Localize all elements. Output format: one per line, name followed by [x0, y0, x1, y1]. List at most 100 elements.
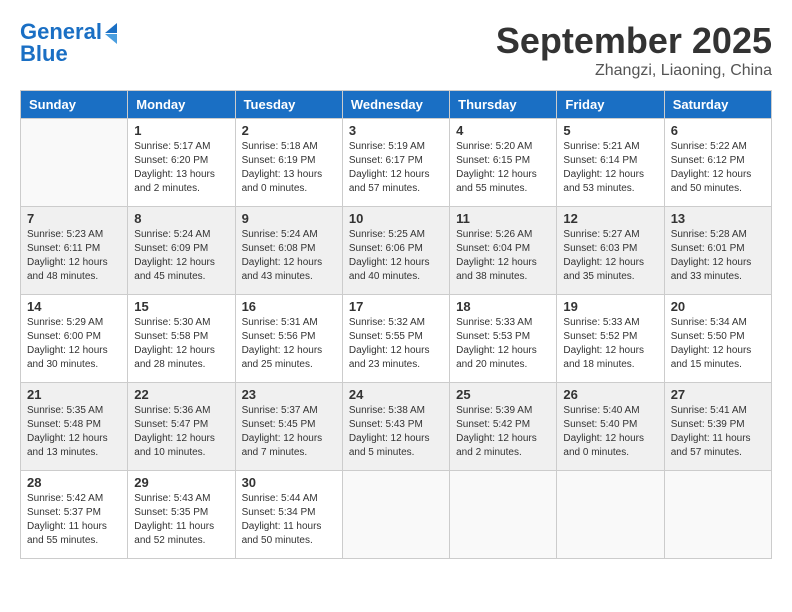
day-info: Sunrise: 5:21 AM Sunset: 6:14 PM Dayligh…	[563, 140, 657, 196]
day-number: 6	[671, 123, 765, 138]
day-number: 27	[671, 387, 765, 402]
day-info: Sunrise: 5:44 AM Sunset: 5:34 PM Dayligh…	[242, 492, 336, 548]
calendar-day-cell: 7Sunrise: 5:23 AM Sunset: 6:11 PM Daylig…	[21, 207, 128, 295]
logo-subtext: Blue	[20, 42, 117, 66]
calendar-week-row: 28 Sunrise: 5:42 AM Sunset: 5:37 PM Dayli…	[21, 471, 772, 559]
month-title: September 2025	[496, 20, 772, 62]
column-header-sunday: Sunday	[21, 91, 128, 119]
column-header-tuesday: Tuesday	[235, 91, 342, 119]
calendar-week-row: 7Sunrise: 5:23 AM Sunset: 6:11 PM Daylig…	[21, 207, 772, 295]
title-area: September 2025 Zhangzi, Liaoning, China	[496, 20, 772, 80]
day-info: Sunrise: 5:24 AM Sunset: 6:09 PM Dayligh…	[134, 228, 228, 284]
day-info: Sunrise: 5:30 AM Sunset: 5:58 PM Dayligh…	[134, 316, 228, 372]
day-number: 14	[27, 299, 121, 314]
calendar-day-cell: 5Sunrise: 5:21 AM Sunset: 6:14 PM Daylig…	[557, 119, 664, 207]
day-number: 19	[563, 299, 657, 314]
calendar-day-cell: 6 Sunrise: 5:22 AM Sunset: 6:12 PM Daylig…	[664, 119, 771, 207]
day-info: Sunrise: 5:41 AM Sunset: 5:39 PM Dayligh…	[671, 404, 765, 460]
calendar-day-cell: 29Sunrise: 5:43 AM Sunset: 5:35 PM Dayli…	[128, 471, 235, 559]
column-header-wednesday: Wednesday	[342, 91, 449, 119]
day-number: 4	[456, 123, 550, 138]
column-header-saturday: Saturday	[664, 91, 771, 119]
calendar-day-cell: 3 Sunrise: 5:19 AM Sunset: 6:17 PM Daylig…	[342, 119, 449, 207]
day-info: Sunrise: 5:43 AM Sunset: 5:35 PM Dayligh…	[134, 492, 228, 548]
day-info: Sunrise: 5:20 AM Sunset: 6:15 PM Dayligh…	[456, 140, 550, 196]
calendar-day-cell: 12 Sunrise: 5:27 AM Sunset: 6:03 PM Dayli…	[557, 207, 664, 295]
day-number: 9	[242, 211, 336, 226]
day-info: Sunrise: 5:19 AM Sunset: 6:17 PM Dayligh…	[349, 140, 443, 196]
calendar-day-cell: 2 Sunrise: 5:18 AM Sunset: 6:19 PM Daylig…	[235, 119, 342, 207]
day-number: 10	[349, 211, 443, 226]
calendar-week-row: 21 Sunrise: 5:35 AM Sunset: 5:48 PM Dayli…	[21, 383, 772, 471]
location-subtitle: Zhangzi, Liaoning, China	[496, 62, 772, 80]
day-number: 11	[456, 211, 550, 226]
day-info: Sunrise: 5:33 AM Sunset: 5:52 PM Dayligh…	[563, 316, 657, 372]
day-info: Sunrise: 5:35 AM Sunset: 5:48 PM Dayligh…	[27, 404, 121, 460]
calendar-day-cell: 19 Sunrise: 5:33 AM Sunset: 5:52 PM Dayli…	[557, 295, 664, 383]
day-info: Sunrise: 5:28 AM Sunset: 6:01 PM Dayligh…	[671, 228, 765, 284]
day-number: 2	[242, 123, 336, 138]
day-number: 25	[456, 387, 550, 402]
day-number: 8	[134, 211, 228, 226]
calendar-day-cell: 16 Sunrise: 5:31 AM Sunset: 5:56 PM Dayli…	[235, 295, 342, 383]
day-info: Sunrise: 5:32 AM Sunset: 5:55 PM Dayligh…	[349, 316, 443, 372]
calendar-day-cell	[664, 471, 771, 559]
calendar-day-cell	[557, 471, 664, 559]
day-number: 20	[671, 299, 765, 314]
logo: General Blue	[20, 20, 117, 66]
calendar-day-cell	[21, 119, 128, 207]
day-info: Sunrise: 5:39 AM Sunset: 5:42 PM Dayligh…	[456, 404, 550, 460]
day-number: 24	[349, 387, 443, 402]
day-number: 15	[134, 299, 228, 314]
day-info: Sunrise: 5:22 AM Sunset: 6:12 PM Dayligh…	[671, 140, 765, 196]
day-number: 16	[242, 299, 336, 314]
day-number: 26	[563, 387, 657, 402]
calendar-day-cell: 14 Sunrise: 5:29 AM Sunset: 6:00 PM Dayli…	[21, 295, 128, 383]
day-number: 28	[27, 475, 121, 490]
day-number: 30	[242, 475, 336, 490]
column-header-monday: Monday	[128, 91, 235, 119]
calendar-day-cell: 25 Sunrise: 5:39 AM Sunset: 5:42 PM Dayli…	[450, 383, 557, 471]
day-number: 21	[27, 387, 121, 402]
calendar-day-cell: 28 Sunrise: 5:42 AM Sunset: 5:37 PM Dayli…	[21, 471, 128, 559]
calendar-day-cell: 1 Sunrise: 5:17 AM Sunset: 6:20 PM Daylig…	[128, 119, 235, 207]
calendar-day-cell: 27 Sunrise: 5:41 AM Sunset: 5:39 PM Dayli…	[664, 383, 771, 471]
calendar-day-cell	[450, 471, 557, 559]
calendar-day-cell: 24Sunrise: 5:38 AM Sunset: 5:43 PM Dayli…	[342, 383, 449, 471]
calendar-day-cell: 21 Sunrise: 5:35 AM Sunset: 5:48 PM Dayli…	[21, 383, 128, 471]
day-info: Sunrise: 5:31 AM Sunset: 5:56 PM Dayligh…	[242, 316, 336, 372]
calendar-day-cell: 10Sunrise: 5:25 AM Sunset: 6:06 PM Dayli…	[342, 207, 449, 295]
day-info: Sunrise: 5:40 AM Sunset: 5:40 PM Dayligh…	[563, 404, 657, 460]
day-info: Sunrise: 5:23 AM Sunset: 6:11 PM Dayligh…	[27, 228, 121, 284]
calendar-day-cell: 17Sunrise: 5:32 AM Sunset: 5:55 PM Dayli…	[342, 295, 449, 383]
day-number: 3	[349, 123, 443, 138]
calendar-week-row: 1 Sunrise: 5:17 AM Sunset: 6:20 PM Daylig…	[21, 119, 772, 207]
calendar-day-cell: 30 Sunrise: 5:44 AM Sunset: 5:34 PM Dayli…	[235, 471, 342, 559]
day-info: Sunrise: 5:29 AM Sunset: 6:00 PM Dayligh…	[27, 316, 121, 372]
calendar-week-row: 14 Sunrise: 5:29 AM Sunset: 6:00 PM Dayli…	[21, 295, 772, 383]
day-info: Sunrise: 5:36 AM Sunset: 5:47 PM Dayligh…	[134, 404, 228, 460]
calendar-day-cell: 13 Sunrise: 5:28 AM Sunset: 6:01 PM Dayli…	[664, 207, 771, 295]
day-number: 12	[563, 211, 657, 226]
day-number: 18	[456, 299, 550, 314]
day-number: 13	[671, 211, 765, 226]
day-info: Sunrise: 5:42 AM Sunset: 5:37 PM Dayligh…	[27, 492, 121, 548]
day-number: 1	[134, 123, 228, 138]
day-info: Sunrise: 5:17 AM Sunset: 6:20 PM Dayligh…	[134, 140, 228, 196]
day-info: Sunrise: 5:34 AM Sunset: 5:50 PM Dayligh…	[671, 316, 765, 372]
calendar-day-cell: 26 Sunrise: 5:40 AM Sunset: 5:40 PM Dayli…	[557, 383, 664, 471]
column-header-thursday: Thursday	[450, 91, 557, 119]
calendar-day-cell	[342, 471, 449, 559]
day-info: Sunrise: 5:27 AM Sunset: 6:03 PM Dayligh…	[563, 228, 657, 284]
calendar-day-cell: 18 Sunrise: 5:33 AM Sunset: 5:53 PM Dayli…	[450, 295, 557, 383]
day-number: 22	[134, 387, 228, 402]
calendar-day-cell: 9Sunrise: 5:24 AM Sunset: 6:08 PM Daylig…	[235, 207, 342, 295]
calendar-day-cell: 8 Sunrise: 5:24 AM Sunset: 6:09 PM Daylig…	[128, 207, 235, 295]
calendar-header-row: SundayMondayTuesdayWednesdayThursdayFrid…	[21, 91, 772, 119]
day-info: Sunrise: 5:18 AM Sunset: 6:19 PM Dayligh…	[242, 140, 336, 196]
calendar-day-cell: 4 Sunrise: 5:20 AM Sunset: 6:15 PM Daylig…	[450, 119, 557, 207]
calendar-day-cell: 11Sunrise: 5:26 AM Sunset: 6:04 PM Dayli…	[450, 207, 557, 295]
day-info: Sunrise: 5:33 AM Sunset: 5:53 PM Dayligh…	[456, 316, 550, 372]
calendar-day-cell: 23Sunrise: 5:37 AM Sunset: 5:45 PM Dayli…	[235, 383, 342, 471]
calendar-day-cell: 20 Sunrise: 5:34 AM Sunset: 5:50 PM Dayli…	[664, 295, 771, 383]
